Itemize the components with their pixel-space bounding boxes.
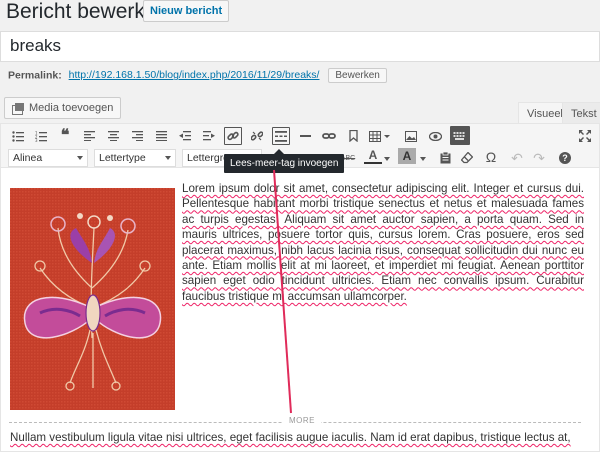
insert-link-icon[interactable] — [224, 127, 242, 145]
embroidery-artwork — [10, 188, 175, 410]
horizontal-line-icon[interactable] — [296, 127, 314, 145]
add-media-button[interactable]: Media toevoegen — [4, 97, 122, 119]
indent-icon[interactable] — [200, 127, 218, 145]
post-title-input[interactable]: breaks — [0, 31, 600, 62]
align-center-icon[interactable] — [104, 127, 122, 145]
special-character-icon[interactable]: Ω — [482, 148, 500, 166]
read-more-tooltip: Lees-meer-tag invoegen — [224, 149, 345, 173]
add-media-label: Media toevoegen — [29, 102, 114, 114]
font-family-select[interactable]: Lettertype — [94, 149, 176, 167]
outdent-icon[interactable] — [176, 127, 194, 145]
link-2-icon[interactable] — [320, 127, 338, 145]
fullscreen-icon[interactable] — [576, 127, 594, 145]
content-paragraph-1[interactable]: Lorem ipsum dolor sit amet, consectetur … — [182, 181, 584, 304]
preview-eye-icon[interactable] — [426, 127, 444, 145]
undo-icon[interactable]: ↶ — [508, 149, 526, 167]
paragraph-format-select[interactable]: Alinea — [8, 149, 88, 167]
keyboard-icon[interactable] — [450, 126, 470, 145]
content-paragraph-2[interactable]: Nullam vestibulum ligula vitae nisi ultr… — [10, 431, 590, 444]
help-label: ? — [559, 152, 571, 164]
paragraph-2-text: Nullam vestibulum ligula vitae nisi ultr… — [10, 431, 571, 444]
numbered-list-icon[interactable]: 123 — [32, 127, 50, 145]
align-left-icon[interactable] — [80, 127, 98, 145]
tab-text[interactable]: Tekst — [562, 102, 600, 124]
font-family-value: Lettertype — [99, 152, 146, 164]
svg-text:3: 3 — [35, 138, 38, 142]
bookmark-icon[interactable] — [344, 127, 362, 145]
align-right-icon[interactable] — [128, 127, 146, 145]
embroidery-image — [10, 188, 175, 410]
permalink-label: Permalink: — [8, 69, 62, 82]
new-post-button[interactable]: Nieuw bericht — [143, 0, 230, 22]
bg-color-dropdown-icon[interactable] — [419, 150, 427, 168]
clear-formatting-icon[interactable] — [458, 149, 476, 167]
permalink-edit-button[interactable]: Bewerken — [328, 68, 387, 83]
paragraph-format-value: Alinea — [13, 152, 43, 164]
bulleted-list-icon[interactable] — [9, 127, 27, 145]
align-justify-icon[interactable] — [152, 127, 170, 145]
paste-text-icon[interactable] — [436, 149, 454, 167]
permalink-row: Permalink: http://192.168.1.50/blog/inde… — [8, 68, 387, 83]
media-icon — [12, 102, 25, 115]
remove-link-icon[interactable] — [248, 127, 266, 145]
table-icon[interactable] — [368, 127, 392, 145]
text-color-dropdown-icon[interactable] — [383, 150, 391, 168]
permalink-url[interactable]: http://192.168.1.50/blog/index.php/2016/… — [69, 69, 320, 81]
more-tag-label: MORE — [283, 416, 321, 425]
text-color-icon[interactable]: A — [364, 148, 382, 164]
paragraph-1-text: Lorem ipsum dolor sit amet, consectetur … — [182, 182, 584, 303]
image-icon[interactable] — [402, 127, 420, 145]
read-more-icon[interactable] — [272, 127, 290, 145]
background-color-icon[interactable]: A — [398, 148, 416, 164]
redo-icon[interactable]: ↷ — [530, 149, 548, 167]
help-icon[interactable]: ? — [556, 149, 574, 167]
blockquote-icon[interactable]: ❝ — [56, 126, 74, 144]
